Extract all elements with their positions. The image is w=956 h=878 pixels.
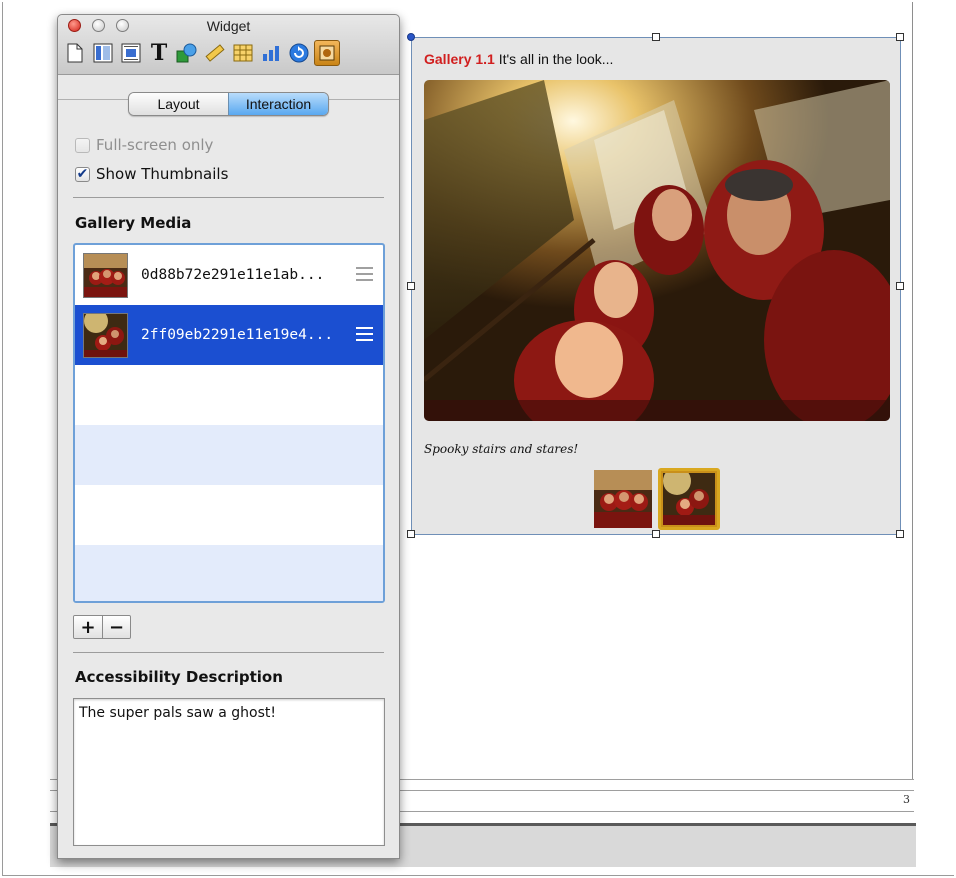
gallery-label: Gallery 1.1 xyxy=(424,51,495,67)
divider xyxy=(73,197,384,198)
chart-icon[interactable] xyxy=(258,40,284,66)
divider xyxy=(73,652,384,653)
drag-handle-icon[interactable] xyxy=(356,267,373,285)
tab-interaction[interactable]: Interaction xyxy=(228,93,328,115)
fullscreen-only-label: Full-screen only xyxy=(96,136,214,154)
show-thumbnails-checkbox[interactable]: ✔ xyxy=(75,166,90,182)
gallery-title-text: It's all in the look... xyxy=(494,51,614,67)
fullscreen-only-checkbox[interactable] xyxy=(75,137,90,153)
gallery-widget[interactable]: Gallery 1.1 It's all in the look... Spoo… xyxy=(407,33,904,538)
add-media-button[interactable]: + xyxy=(74,616,102,638)
titlebar: Widget T xyxy=(58,15,399,75)
show-thumbnails-label: Show Thumbnails xyxy=(96,165,229,183)
gallery-caption: Spooky stairs and stares! xyxy=(424,442,579,456)
resize-handle[interactable] xyxy=(896,33,904,41)
resize-handle[interactable] xyxy=(652,530,660,538)
gallery-media-list[interactable]: 0d88b72e291e11e1ab... 2ff09eb2291e11e19e… xyxy=(73,243,385,603)
page-number: 3 xyxy=(903,793,910,806)
table-icon[interactable] xyxy=(230,40,256,66)
link-icon[interactable] xyxy=(286,40,312,66)
accessibility-heading: Accessibility Description xyxy=(75,668,283,686)
media-thumbnail xyxy=(83,312,128,358)
resize-handle[interactable] xyxy=(652,33,660,41)
text-icon[interactable]: T xyxy=(146,40,172,66)
remove-media-button[interactable]: − xyxy=(102,616,130,638)
resize-handle[interactable] xyxy=(896,282,904,290)
resize-handle[interactable] xyxy=(407,282,415,290)
resize-handle[interactable] xyxy=(896,530,904,538)
gallery-thumbnail[interactable] xyxy=(594,470,652,528)
inspector-tabs: Layout Interaction xyxy=(128,92,329,116)
gallery-main-image xyxy=(424,80,890,421)
show-thumbnails-option[interactable]: ✔ Show Thumbnails xyxy=(75,165,228,183)
metrics-icon[interactable] xyxy=(202,40,228,66)
window-title: Widget xyxy=(206,18,251,34)
wrap-icon[interactable] xyxy=(118,40,144,66)
resize-handle[interactable] xyxy=(407,530,415,538)
widget-inspector-window: Widget T Layout Interaction Full-screen … xyxy=(57,14,400,859)
fullscreen-only-option[interactable]: Full-screen only xyxy=(75,136,213,154)
drag-handle-icon[interactable] xyxy=(356,327,373,345)
layout-icon[interactable] xyxy=(90,40,116,66)
list-stripe xyxy=(75,425,383,485)
list-stripe xyxy=(75,545,383,601)
accessibility-description-field[interactable]: The super pals saw a ghost! xyxy=(73,698,385,846)
resize-handle[interactable] xyxy=(407,33,415,41)
tab-layout[interactable]: Layout xyxy=(129,93,228,115)
widget-icon[interactable] xyxy=(314,40,340,66)
graphic-icon[interactable] xyxy=(174,40,200,66)
document-icon[interactable] xyxy=(62,40,88,66)
inspector-toolbar: T xyxy=(62,40,340,66)
stage: 3 Gallery 1.1 It's all in the look... Sp… xyxy=(0,0,956,878)
media-thumbnail xyxy=(83,252,128,298)
gallery-thumbnail-selected[interactable] xyxy=(658,468,720,530)
media-list-item-selected[interactable]: 2ff09eb2291e11e19e4... xyxy=(75,305,383,365)
media-filename: 2ff09eb2291e11e19e4... xyxy=(141,327,334,343)
media-filename: 0d88b72e291e11e1ab... xyxy=(141,267,325,283)
add-remove-controls: + − xyxy=(73,615,131,639)
media-list-item[interactable]: 0d88b72e291e11e1ab... xyxy=(75,245,383,305)
gallery-thumbnails xyxy=(594,468,720,530)
widget-title: Gallery 1.1 It's all in the look... xyxy=(424,51,613,67)
gallery-media-heading: Gallery Media xyxy=(75,214,192,232)
